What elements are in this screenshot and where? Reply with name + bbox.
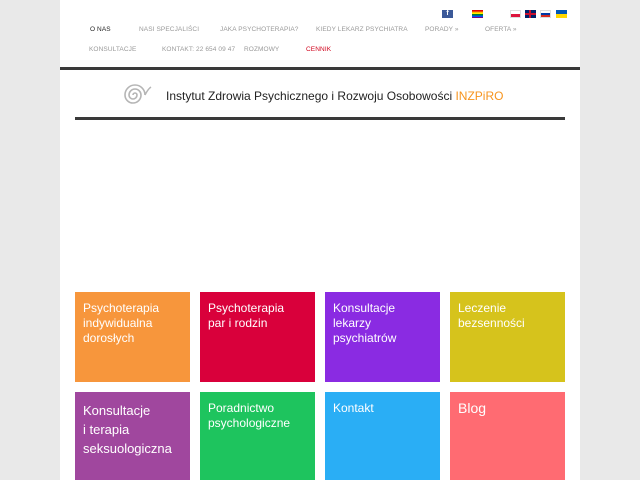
tile-psychoterapia-par[interactable]: Psychoterapia par i rodzin [200,292,315,382]
page: f O NAS NASI SPECJALIŚCI JAKA PSYCHOTERA… [60,0,580,480]
facebook-icon[interactable]: f [442,10,453,18]
nav-item-kontakt-phone[interactable]: KONTAKT: 22 654 09 47 [162,46,235,53]
tile-terapia-seksuologiczna[interactable]: Konsultacje i terapia seksuologiczna [75,392,190,480]
site-title: Instytut Zdrowia Psychicznego i Rozwoju … [166,89,503,103]
nav-item-jaka-psychoterapia[interactable]: JAKA PSYCHOTERAPIA? [220,26,298,33]
nav-item-kiedy-lekarz[interactable]: KIEDY LEKARZ PSYCHIATRA [316,26,408,33]
tile-kontakt[interactable]: Kontakt [325,392,440,480]
tile-label: Poradnictwo psychologiczne [208,401,291,430]
site-title-text: Instytut Zdrowia Psychicznego i Rozwoju … [166,89,453,103]
tile-label: Konsultacje lekarzy psychiatrów [333,301,397,345]
nav-item-cennik[interactable]: CENNIK [306,46,331,53]
nav-item-o-nas[interactable]: O NAS [90,26,111,33]
tile-label: Blog [458,400,487,416]
flag-pl-icon[interactable] [510,10,521,18]
tile-leczenie-bezsennosci[interactable]: Leczenie bezsenności [450,292,565,382]
tile-label: Psychoterapia indywidualna dorosłych [83,301,160,345]
snail-logo-icon [124,84,152,104]
tile-poradnictwo[interactable]: Poradnictwo psychologiczne [200,392,315,480]
nav-item-rozmowy[interactable]: ROZMOWY [244,46,279,53]
tile-label: Leczenie bezsenności [458,301,525,330]
header-divider [60,67,580,70]
tile-psychoterapia-indywidualna[interactable]: Psychoterapia indywidualna dorosłych [75,292,190,382]
tile-konsultacje-psychiatrow[interactable]: Konsultacje lekarzy psychiatrów [325,292,440,382]
tile-label: Psychoterapia par i rodzin [208,301,285,330]
brand-divider [75,117,565,120]
nav-item-porady[interactable]: PORADY » [425,26,459,33]
flag-ua-icon[interactable] [556,10,567,18]
social-bar: f [60,10,580,20]
nav-item-konsultacje[interactable]: KONSULTACJE [89,46,136,53]
rainbow-flag-icon[interactable] [472,10,483,18]
site-title-accent: INZPiRO [455,89,504,103]
tile-label: Konsultacje i terapia seksuologiczna [83,403,172,456]
nav-item-oferta[interactable]: OFERTA » [485,26,517,33]
tile-blog[interactable]: Blog [450,392,565,480]
tile-label: Kontakt [333,401,374,415]
flag-en-icon[interactable] [525,10,536,18]
nav-item-nasi-specjalisci[interactable]: NASI SPECJALIŚCI [139,26,199,33]
flag-ru-icon[interactable] [540,10,551,18]
